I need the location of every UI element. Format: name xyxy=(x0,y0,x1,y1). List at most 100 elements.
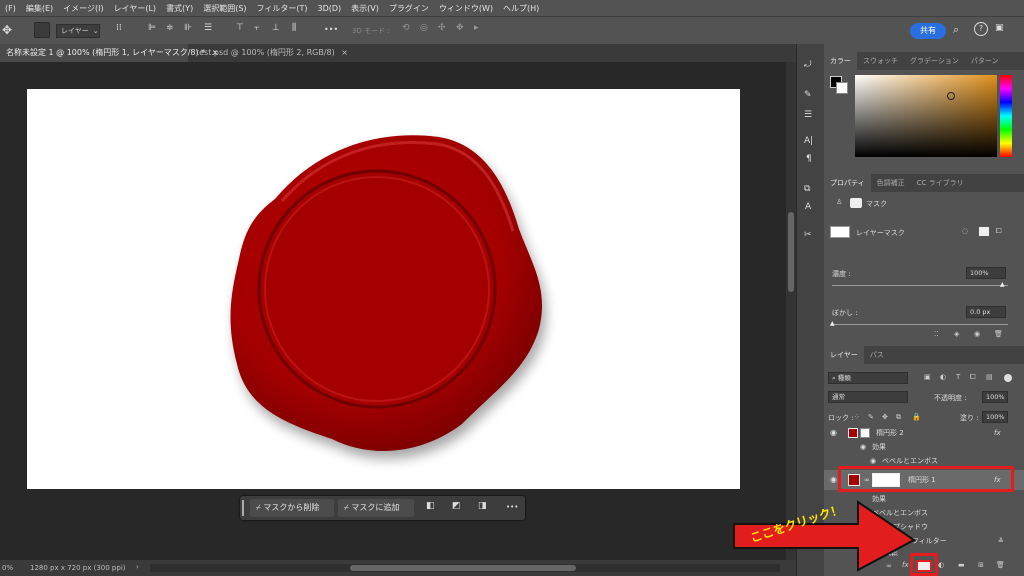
paragraph-icon[interactable]: ¶ xyxy=(806,154,812,164)
layer-filter-dropdown[interactable]: ⌕ 種類 xyxy=(828,372,908,384)
align-center-icon[interactable]: ≑ xyxy=(166,23,174,33)
zoom-level[interactable]: 0% xyxy=(2,564,13,572)
add-vector-mask-icon[interactable]: ⧠ xyxy=(996,227,1002,236)
menu-item[interactable]: レイヤー(L) xyxy=(109,3,161,14)
3d-drag-icon[interactable]: ✣ xyxy=(438,23,446,33)
feather-field[interactable]: 0.0 px xyxy=(966,306,1006,318)
scroll-thumb[interactable] xyxy=(788,212,794,292)
menu-item[interactable]: 書式(Y) xyxy=(161,3,198,14)
feather-slider-handle[interactable]: ▲ xyxy=(830,320,835,327)
workspace-icon[interactable]: ▣ xyxy=(995,23,1004,33)
vector-mask-icon[interactable] xyxy=(850,198,862,208)
feather-slider[interactable] xyxy=(832,324,1008,325)
density-slider-handle[interactable]: ▲ xyxy=(1000,281,1005,288)
align-middle-icon[interactable]: ⫟ xyxy=(254,23,259,33)
auto-select-icon[interactable] xyxy=(34,22,50,38)
distribute-icon[interactable]: ☰ xyxy=(204,23,212,33)
select-mask-icon[interactable]: ◌ xyxy=(962,227,968,235)
tab-cc-libraries[interactable]: CC ライブラリ xyxy=(911,174,970,192)
apply-mask-icon[interactable]: ◈ xyxy=(954,330,959,338)
tab-color[interactable]: カラー xyxy=(824,52,857,70)
search-icon[interactable]: ⌕ xyxy=(953,23,959,37)
align-bottom-icon[interactable]: ⊥ xyxy=(272,23,280,33)
tab-document-2[interactable]: test.psd @ 100% (楕円形 2, RGB/8) × xyxy=(190,44,348,62)
new-layer-icon[interactable]: ⊞ xyxy=(978,561,984,569)
adjustments-icon[interactable]: ☰ xyxy=(804,110,812,120)
lock-position-icon[interactable]: ✥ xyxy=(882,413,888,421)
distribute-vertical-icon[interactable]: ⫼ xyxy=(292,23,296,33)
3d-camera-icon[interactable]: ▸ xyxy=(474,23,479,33)
close-icon[interactable]: × xyxy=(341,48,348,57)
remove-from-mask-button[interactable]: ⌿ マスクから削除 xyxy=(250,499,334,517)
document-canvas[interactable] xyxy=(27,89,740,489)
new-group-icon[interactable]: ▬ xyxy=(958,561,965,569)
filter-adjustment-icon[interactable]: ◐ xyxy=(940,373,946,381)
layer-select-dropdown[interactable]: レイヤー ⌄ xyxy=(56,24,100,38)
scroll-thumb[interactable] xyxy=(350,565,576,571)
hue-slider[interactable] xyxy=(1000,75,1012,157)
apply-mask-icon[interactable]: ◨ xyxy=(478,501,487,511)
add-to-mask-button[interactable]: ⌿ マスクに追加 xyxy=(338,499,414,517)
visibility-icon[interactable]: ◉ xyxy=(974,330,980,338)
filter-toggle-icon[interactable] xyxy=(1004,374,1012,382)
lock-image-icon[interactable]: ✎ xyxy=(868,413,874,421)
glyphs-icon[interactable]: ⧉ xyxy=(804,184,810,194)
move-tool-icon[interactable]: ✥ xyxy=(2,23,12,37)
invert-mask-icon[interactable]: ◩ xyxy=(452,501,461,511)
add-pixel-mask-icon[interactable] xyxy=(978,226,990,237)
brush-settings-icon[interactable]: ✎ xyxy=(804,90,812,100)
filter-type-icon[interactable]: T xyxy=(956,373,960,381)
menu-item[interactable]: 編集(E) xyxy=(21,3,58,14)
eye-icon[interactable]: ◉ xyxy=(830,472,837,488)
tab-properties[interactable]: プロパティ xyxy=(824,174,871,192)
transform-controls-icon[interactable]: ⁞⁞ xyxy=(116,23,122,33)
tab-swatches[interactable]: スウォッチ xyxy=(857,52,904,70)
tab-patterns[interactable]: パターン xyxy=(965,52,1005,70)
3d-roll-icon[interactable]: ◎ xyxy=(420,23,428,33)
tab-document-1[interactable]: 名称未設定 1 @ 100% (楕円形 1, レイヤーマスク/8) * × xyxy=(0,44,218,62)
opacity-field[interactable]: 100% xyxy=(982,391,1008,403)
horizontal-scrollbar[interactable] xyxy=(150,564,780,572)
menu-item[interactable]: フィルター(T) xyxy=(252,3,313,14)
menu-item[interactable]: ウィンドウ(W) xyxy=(434,3,498,14)
tab-adjustments[interactable]: 色調補正 xyxy=(871,174,911,192)
more-options-button[interactable]: ••• xyxy=(324,25,338,34)
tab-gradients[interactable]: グラデーション xyxy=(904,52,965,70)
adjustment-layer-icon[interactable]: ◐ xyxy=(938,561,944,569)
align-left-icon[interactable]: ⊫ xyxy=(148,23,156,33)
menu-item[interactable]: 表示(V) xyxy=(346,3,384,14)
drag-handle-icon[interactable] xyxy=(242,500,244,516)
delete-layer-icon[interactable]: 🗑 xyxy=(996,561,1005,569)
filter-pixel-icon[interactable]: ▣ xyxy=(924,373,931,381)
character-icon[interactable]: A| xyxy=(804,136,813,146)
density-slider[interactable] xyxy=(832,285,1008,286)
lock-artboard-icon[interactable]: ⧉ xyxy=(896,413,901,422)
share-button[interactable]: 共有 xyxy=(910,23,946,39)
tab-paths[interactable]: パス xyxy=(864,346,890,364)
density-field[interactable]: 100% xyxy=(966,267,1006,279)
lock-transparent-icon[interactable]: ⁘ xyxy=(854,413,860,421)
pixel-mask-icon[interactable]: ♙ xyxy=(836,198,842,206)
color-picker-marker[interactable] xyxy=(947,92,955,100)
background-color-swatch[interactable] xyxy=(836,82,848,94)
align-right-icon[interactable]: ⊪ xyxy=(184,23,192,33)
lock-all-icon[interactable]: 🔒 xyxy=(912,413,921,421)
delete-icon[interactable]: 🗑 xyxy=(994,330,1003,338)
filter-smart-object-icon[interactable]: ▤ xyxy=(986,373,993,381)
vertical-scrollbar[interactable] xyxy=(786,62,796,560)
fill-field[interactable]: 100% xyxy=(982,411,1008,423)
menu-item[interactable]: 選択範囲(S) xyxy=(198,3,251,14)
color-field[interactable] xyxy=(855,75,997,157)
load-selection-icon[interactable]: ⁚⁚ xyxy=(934,330,938,338)
character-styles-icon[interactable]: A xyxy=(805,202,811,212)
3d-slide-icon[interactable]: ✥ xyxy=(456,23,464,33)
3d-orbit-icon[interactable]: ⟲ xyxy=(402,23,410,33)
menu-item[interactable]: ヘルプ(H) xyxy=(498,3,544,14)
tab-layers[interactable]: レイヤー xyxy=(824,346,864,364)
help-icon[interactable]: ? xyxy=(974,22,988,36)
menu-item[interactable]: (F) xyxy=(0,4,21,13)
status-menu-arrow[interactable]: › xyxy=(136,563,139,571)
align-top-icon[interactable]: ⊤ xyxy=(236,23,244,33)
mask-options-icon[interactable]: ◧ xyxy=(426,501,435,511)
menu-item[interactable]: イメージ(I) xyxy=(58,3,108,14)
